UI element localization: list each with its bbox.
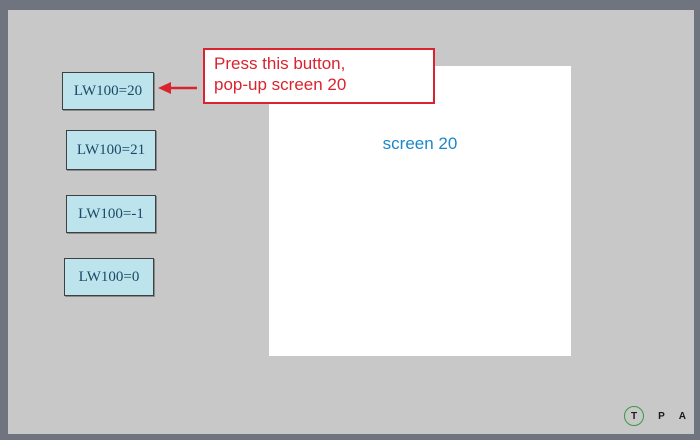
set-lw100-20-button[interactable]: LW100=20 [62,72,154,110]
callout-line-2: pop-up screen 20 [214,75,347,94]
status-p-indicator[interactable]: P [658,411,665,422]
popup-title: screen 20 [382,134,458,153]
callout-line-1: Press this button, [214,54,346,73]
arrow-left-icon [158,82,197,94]
popup-window: screen 20 [269,66,571,356]
hmi-screen: LW100=20 LW100=21 LW100=-1 LW100=0 scree… [8,10,694,434]
set-lw100-21-button[interactable]: LW100=21 [66,130,156,170]
callout-annotation: Press this button, pop-up screen 20 [203,48,435,104]
set-lw100-minus1-button[interactable]: LW100=-1 [66,195,156,233]
status-bar: T P A [624,404,686,428]
status-a-indicator[interactable]: A [679,411,686,422]
status-t-indicator[interactable]: T [624,406,645,426]
hmi-frame: LW100=20 LW100=21 LW100=-1 LW100=0 scree… [0,0,700,440]
set-lw100-0-button[interactable]: LW100=0 [64,258,154,296]
